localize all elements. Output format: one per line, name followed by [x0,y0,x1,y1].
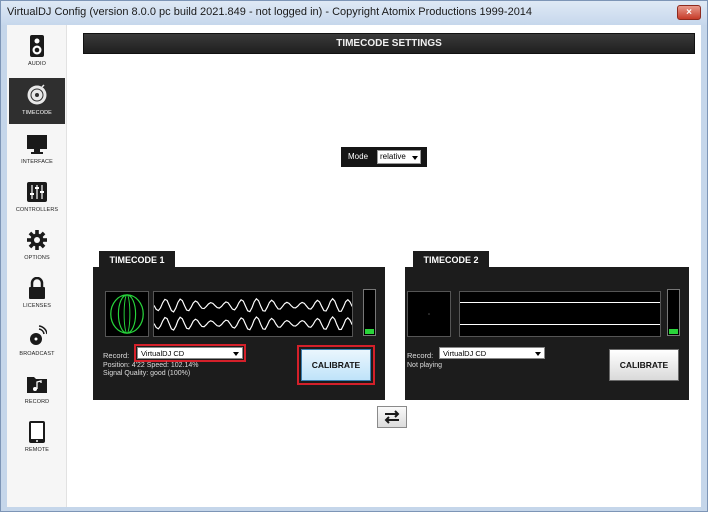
timecode1-panel: Record: VirtualDJ CD Position: 4'22 Spee… [93,267,385,400]
sidebar-item-timecode[interactable]: TIMECODE [9,78,65,124]
timecode1-signal-status: Signal Quality: good (100%) [103,370,191,377]
tablet-icon [29,421,45,443]
sidebar-item-label: REMOTE [24,447,50,453]
mode-dropdown[interactable]: relative [377,150,421,164]
record-highlight [134,344,246,362]
sidebar-item-label: RECORD [24,399,50,405]
client-area: AUDIO TIMECODE INTERFACE CONTROLLERS OPT… [7,25,701,507]
swap-icon [384,410,400,424]
settings-header: TIMECODE SETTINGS [83,33,695,54]
sidebar: AUDIO TIMECODE INTERFACE CONTROLLERS OPT… [7,25,67,507]
timecode2-vu-level [669,328,678,334]
mode-label: Mode [348,152,369,161]
timecode2-tab: TIMECODE 2 [413,251,489,268]
speaker-icon [30,35,44,57]
lock-icon [29,277,45,299]
timecode2-calibrate-button[interactable]: CALIBRATE [609,349,679,381]
sidebar-item-label: INTERFACE [21,159,53,165]
timecode2-vu-meter [667,289,680,336]
mode-value: relative [380,152,406,161]
timecode1-waveform [153,291,353,337]
timecode2-waveform [459,291,661,337]
calibrate-highlight [297,345,375,385]
timecode2-record-dropdown[interactable]: VirtualDJ CD [439,347,545,359]
timecode2-status: Not playing [407,362,443,369]
window-title: VirtualDJ Config (version 8.0.0 pc build… [7,6,533,18]
broadcast-icon [30,325,47,345]
sidebar-item-label: OPTIONS [24,255,50,261]
sidebar-item-licenses[interactable]: LICENSES [9,271,65,317]
timecode2-record-label: Record: [407,351,434,360]
sliders-icon [27,182,47,202]
chevron-down-icon [412,156,418,160]
timecode1-record-label: Record: [103,351,130,360]
swap-decks-button[interactable] [377,406,407,428]
sidebar-item-interface[interactable]: INTERFACE [9,127,65,173]
sidebar-item-record[interactable]: RECORD [9,367,65,413]
gear-icon [27,230,47,250]
sidebar-item-label: AUDIO [28,61,46,67]
vinyl-icon [27,84,47,105]
mode-control: Mode relative [341,147,427,167]
config-window: VirtualDJ Config (version 8.0.0 pc build… [0,0,708,512]
sidebar-item-options[interactable]: OPTIONS [9,223,65,269]
music-folder-icon [27,377,47,393]
title-bar[interactable]: VirtualDJ Config (version 8.0.0 pc build… [1,1,707,25]
close-button[interactable]: × [677,5,701,20]
sidebar-item-audio[interactable]: AUDIO [9,29,65,75]
timecode2-record-value: VirtualDJ CD [443,349,487,358]
sidebar-item-controllers[interactable]: CONTROLLERS [9,175,65,221]
sidebar-item-broadcast[interactable]: BROADCAST [9,319,65,365]
monitor-icon [27,135,47,154]
timecode1-vu-level [365,328,374,334]
sidebar-item-label: BROADCAST [19,351,55,357]
timecode2-scope [407,291,451,337]
sidebar-item-label: CONTROLLERS [15,207,59,213]
timecode1-tab: TIMECODE 1 [99,251,175,268]
chevron-down-icon [535,352,541,356]
timecode1-vu-meter [363,289,376,336]
main-content: TIMECODE SETTINGS Mode relative TIMECODE… [67,25,701,507]
timecode1-scope [105,291,149,337]
sidebar-item-label: LICENSES [22,303,51,309]
sidebar-item-remote[interactable]: REMOTE [9,415,65,461]
timecode2-panel: Record: VirtualDJ CD Not playing CALIBRA… [405,267,689,400]
page-title: TIMECODE SETTINGS [336,38,442,49]
timecode1-position-status: Position: 4'22 Speed: 102.14% [103,362,199,369]
sidebar-item-label: TIMECODE [22,110,52,116]
